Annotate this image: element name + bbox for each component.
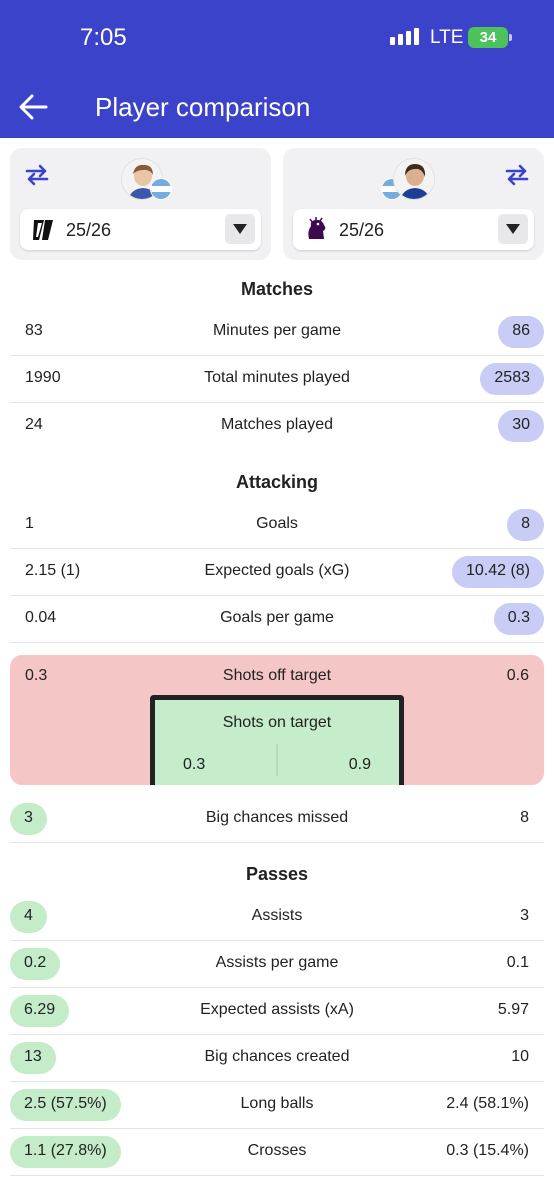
right-value-highlight: 2583 [480,363,544,395]
shots-off-label: Shots off target [222,667,332,684]
goal-frame: Shots on target 0.3 0.9 [150,695,404,785]
stat-row-crosses: 1.1 (27.8%) Crosses 0.3 (15.4%) [10,1129,544,1176]
battery-level: 34 [479,29,497,46]
shots-panel: 0.3 Shots off target 0.6 Shots on target… [10,655,544,785]
swap-icon [25,164,49,186]
player-card-right: 25/26 [283,148,544,260]
swap-player-button-left[interactable] [22,160,52,190]
stat-label: Big chances missed [205,809,349,826]
arrow-left-icon [19,94,48,120]
right-value-highlight: 0.3 [493,603,544,635]
battery-icon: 34 [468,27,512,48]
signal-icon [390,28,419,45]
stat-row-assists: 4 Assists 3 [10,894,544,941]
swap-player-button-right[interactable] [502,160,532,190]
chevron-down-icon [233,224,247,234]
swap-icon [505,164,529,186]
network-type: LTE [430,27,464,48]
stat-label: Goals [256,515,298,532]
right-value-highlight: 30 [498,410,544,442]
right-value-highlight: 10.42 (8) [451,556,544,588]
back-button[interactable] [14,88,54,128]
stat-row-expected-goals: 2.15 (1) Expected goals (xG) 10.42 (8) [10,549,544,596]
season-dropdown-button-right[interactable] [498,214,528,244]
stat-label: Matches played [220,416,334,433]
section-title-passes: Passes [245,864,309,884]
season-label-right: 25/26 [339,220,385,240]
stat-label: Assists per game [215,954,339,971]
stat-label: Total minutes played [204,369,350,386]
right-value-highlight: 8 [507,509,544,541]
right-value: 0.1 [506,954,529,971]
stat-label: Assists [251,907,303,924]
premier-league-logo-icon [308,217,326,239]
section-title-attacking: Attacking [235,472,318,492]
player-card-left: 25/26 [10,148,271,260]
stat-label: Goals per game [220,609,334,626]
shots-on-label: Shots on target [222,714,332,731]
stat-row-expected-assists: 6.29 Expected assists (xA) 5.97 [10,988,544,1035]
stat-label: Big chances created [204,1048,350,1065]
goal-divider [276,744,278,776]
right-value: 5.97 [497,1001,529,1018]
section-title-matches: Matches [240,279,314,299]
status-time: 7:05 [80,24,127,51]
right-value: 10 [511,1048,529,1065]
right-value-highlight: 86 [498,316,544,348]
right-value: 8 [520,809,529,826]
app-header: 7:05 LTE 34 Player comparison [0,0,554,138]
stat-label: Minutes per game [212,322,342,339]
player-photo [394,159,434,199]
stat-row-big-chances-created: 13 Big chances created 10 [10,1035,544,1082]
right-value: 3 [520,907,529,924]
player-avatar-right[interactable] [393,158,435,200]
stat-row-goals: 1 Goals 8 [10,502,544,549]
stat-row-total-minutes: 1990 Total minutes played 2583 [10,356,544,403]
season-select-left[interactable]: 25/26 [20,209,261,250]
shots-off-right: 0.6 [506,667,529,684]
page-title: Player comparison [95,92,311,122]
stat-row-big-chances-missed: 3 Big chances missed 8 [10,796,544,843]
right-value: 0.3 (15.4%) [446,1142,529,1159]
player-selectors: 25/26 25/26 [0,138,554,272]
stat-row-assists-per-game: 0.2 Assists per game 0.1 [10,941,544,988]
chevron-down-icon [506,224,520,234]
ligue-1-logo-icon [33,220,53,240]
right-value: 2.4 (58.1%) [446,1095,529,1112]
stat-row-minutes-per-game: 83 Minutes per game 86 [10,309,544,356]
season-dropdown-button-left[interactable] [225,214,255,244]
stat-row-goals-per-game: 0.04 Goals per game 0.3 [10,596,544,643]
shots-on-left: 0.3 [183,756,206,773]
stat-row-matches-played: 24 Matches played 30 [10,403,544,450]
stat-row-long-balls: 2.5 (57.5%) Long balls 2.4 (58.1%) [10,1082,544,1129]
argentina-flag-icon [150,178,172,200]
stat-label: Expected assists (xA) [200,1001,354,1018]
season-label-left: 25/26 [66,220,112,240]
shots-on-right: 0.9 [348,756,371,773]
season-select-right[interactable]: 25/26 [293,209,534,250]
